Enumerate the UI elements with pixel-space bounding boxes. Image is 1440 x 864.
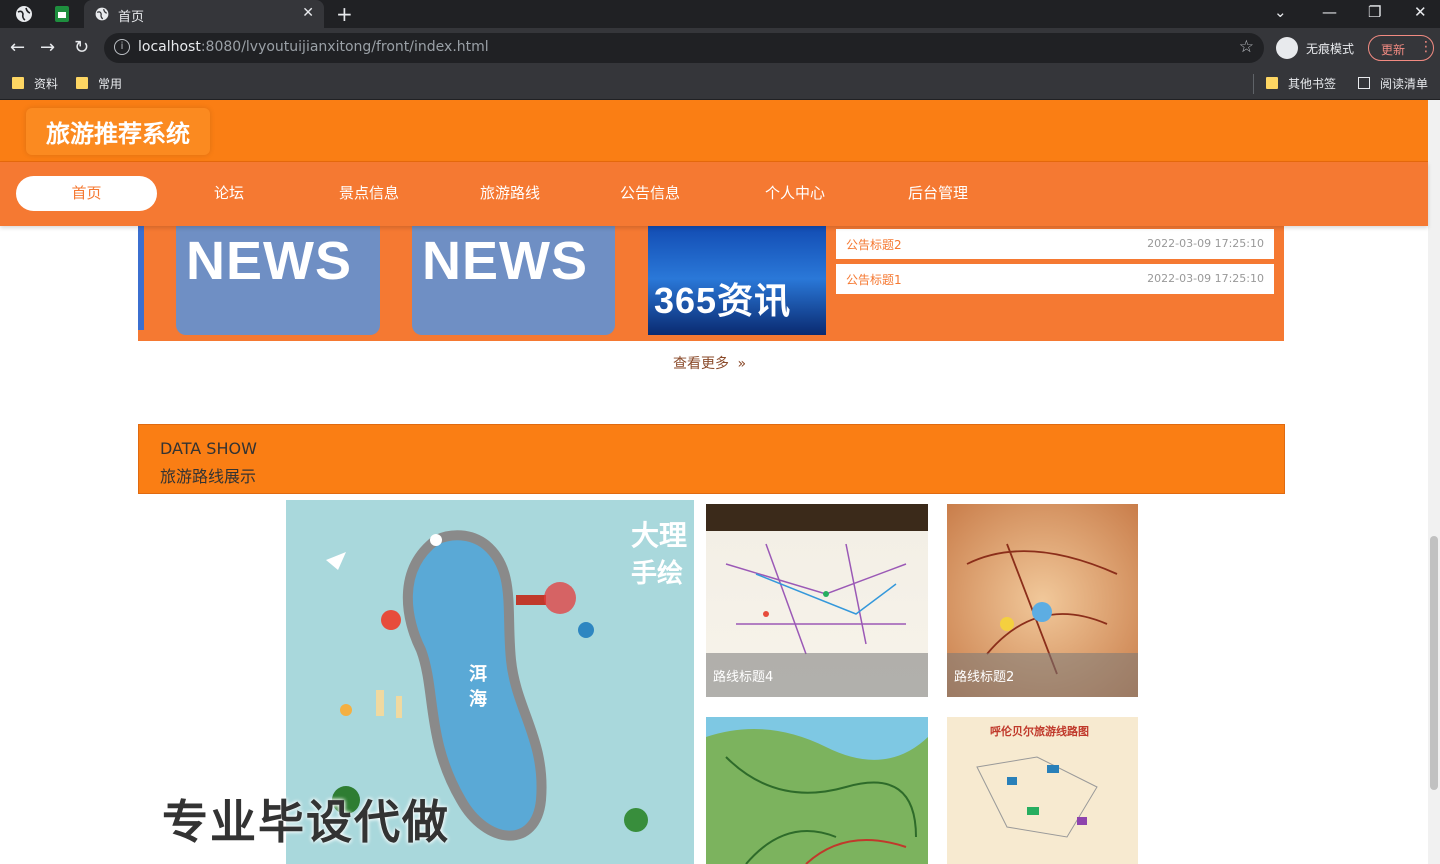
news-image-text: NEWS <box>422 231 588 291</box>
route-card-title: 路线标题2 <box>954 670 1015 685</box>
notice-date: 2022-03-09 17:25:10 <box>1147 237 1264 250</box>
bookmark-folder-changyong[interactable]: 常用 <box>76 75 122 92</box>
other-bookmarks-label: 其他书签 <box>1288 77 1337 91</box>
nav-item-routes[interactable]: 旅游路线 <box>480 182 540 203</box>
browser-tab-active[interactable]: 首页 ✕ <box>84 0 324 28</box>
map-label: 大理 <box>631 519 687 552</box>
notice-title: 公告标题1 <box>846 273 902 287</box>
route-card[interactable]: 路线标题4 <box>706 504 928 697</box>
folder-icon <box>76 77 88 89</box>
close-window-icon[interactable]: ✕ <box>1414 3 1427 21</box>
map-label: 洱 <box>469 663 487 685</box>
reading-list-icon <box>1358 77 1370 89</box>
back-arrow-icon[interactable]: ← <box>10 37 25 58</box>
route-section-header: DATA SHOW 旅游路线展示 <box>138 424 1285 494</box>
new-tab-icon[interactable]: + <box>336 2 353 26</box>
page-scrollbar[interactable] <box>1428 100 1440 864</box>
site-header: 旅游推荐系统 <box>0 100 1428 162</box>
notice-title: 公告标题2 <box>846 238 902 252</box>
bookmarks-bar: 资料 常用 其他书签 阅读清单 <box>0 68 1440 100</box>
site-brand[interactable]: 旅游推荐系统 <box>26 108 210 155</box>
nav-item-attractions[interactable]: 景点信息 <box>339 182 399 203</box>
globe-icon[interactable] <box>14 4 34 24</box>
browser-tab-strip: 首页 ✕ + ⌄ — ❐ ✕ <box>0 0 1440 28</box>
news-image-text: NEWS <box>186 231 352 291</box>
update-button[interactable]: 更新 ⋮ <box>1368 35 1434 61</box>
main-nav: 首页 论坛 景点信息 旅游路线 公告信息 个人中心 后台管理 <box>0 162 1428 226</box>
sheets-app-icon[interactable] <box>52 4 72 24</box>
news-image-text: 365资讯 <box>654 280 792 321</box>
bookmark-star-icon[interactable]: ☆ <box>1239 37 1254 57</box>
restore-icon[interactable]: ❐ <box>1368 3 1381 21</box>
bookmark-label: 资料 <box>34 77 59 91</box>
web-page: 旅游推荐系统 首页 论坛 景点信息 旅游路线 公告信息 个人中心 后台管理 NE… <box>0 100 1440 864</box>
view-more-link[interactable]: 查看更多 » <box>673 353 746 373</box>
other-bookmarks[interactable]: 其他书签 <box>1266 75 1336 92</box>
news-image-2[interactable]: NEWS <box>412 210 615 335</box>
news-image-3[interactable]: 365资讯 <box>648 210 826 335</box>
route-map-thumbnail <box>706 717 928 864</box>
tab-search-chevron-icon[interactable]: ⌄ <box>1274 3 1287 21</box>
map-label: 手绘 <box>631 558 683 589</box>
news-image-edge <box>138 210 144 330</box>
url-text[interactable]: localhost:8080/lvyoutuijianxitong/front/… <box>138 39 489 55</box>
forward-arrow-icon[interactable]: → <box>40 37 55 58</box>
site-info-icon[interactable]: i <box>114 39 130 55</box>
route-card[interactable] <box>706 717 928 864</box>
folder-icon <box>1266 77 1278 89</box>
nav-item-home[interactable]: 首页 <box>16 176 157 211</box>
bookmark-folder-ziliao[interactable]: 资料 <box>12 75 58 92</box>
double-chevron-right-icon: » <box>737 356 747 372</box>
notice-item[interactable]: 公告标题2 2022-03-09 17:25:10 <box>836 229 1274 259</box>
route-caption-bar: 路线标题4 <box>706 653 928 697</box>
globe-icon <box>95 7 109 21</box>
section-title-cn: 旅游路线展示 <box>160 467 257 486</box>
nav-item-admin[interactable]: 后台管理 <box>908 182 968 203</box>
route-caption-bar: 路线标题2 <box>947 653 1138 697</box>
incognito-label: 无痕模式 <box>1306 42 1355 56</box>
url-path: :8080/lvyoutuijianxitong/front/index.htm… <box>200 39 489 55</box>
tab-close-icon[interactable]: ✕ <box>302 5 314 21</box>
news-image-1[interactable]: NEWS <box>176 210 380 335</box>
nav-item-forum[interactable]: 论坛 <box>214 182 244 203</box>
route-map-thumbnail <box>976 756 1098 838</box>
bookmark-label: 常用 <box>98 77 123 91</box>
reading-list[interactable]: 阅读清单 <box>1358 75 1428 92</box>
section-title-en: DATA SHOW <box>160 439 257 458</box>
bookmark-separator <box>1253 74 1254 94</box>
folder-icon <box>12 77 24 89</box>
more-menu-icon: ⋮ <box>1419 39 1433 55</box>
watermark-overlay: 专业毕设代做 <box>162 795 450 849</box>
notice-date: 2022-03-09 17:25:10 <box>1147 272 1264 285</box>
view-more-label: 查看更多 <box>673 356 729 372</box>
reading-list-label: 阅读清单 <box>1380 77 1429 91</box>
nav-item-profile[interactable]: 个人中心 <box>765 182 825 203</box>
notice-item[interactable]: 公告标题1 2022-03-09 17:25:10 <box>836 264 1274 294</box>
route-card-title: 路线标题4 <box>713 670 774 685</box>
url-host: localhost <box>138 39 201 55</box>
route-card[interactable]: 路线标题2 <box>947 504 1138 697</box>
address-bar[interactable]: i localhost:8080/lvyoutuijianxitong/fron… <box>104 33 1264 63</box>
tab-title: 首页 <box>118 10 145 25</box>
reload-icon[interactable]: ↻ <box>74 37 89 58</box>
mouse-cursor-highlight <box>544 582 576 614</box>
browser-toolbar: ← → ↻ i localhost:8080/lvyoutuijianxiton… <box>0 28 1440 68</box>
nav-item-notices[interactable]: 公告信息 <box>620 182 680 203</box>
map-label: 海 <box>469 688 487 710</box>
scrollbar-thumb[interactable] <box>1430 536 1438 790</box>
update-label: 更新 <box>1381 43 1406 57</box>
incognito-icon <box>1276 37 1298 59</box>
minimize-icon[interactable]: — <box>1322 3 1337 21</box>
route-card[interactable]: 呼伦贝尔旅游线路图 <box>947 717 1138 864</box>
